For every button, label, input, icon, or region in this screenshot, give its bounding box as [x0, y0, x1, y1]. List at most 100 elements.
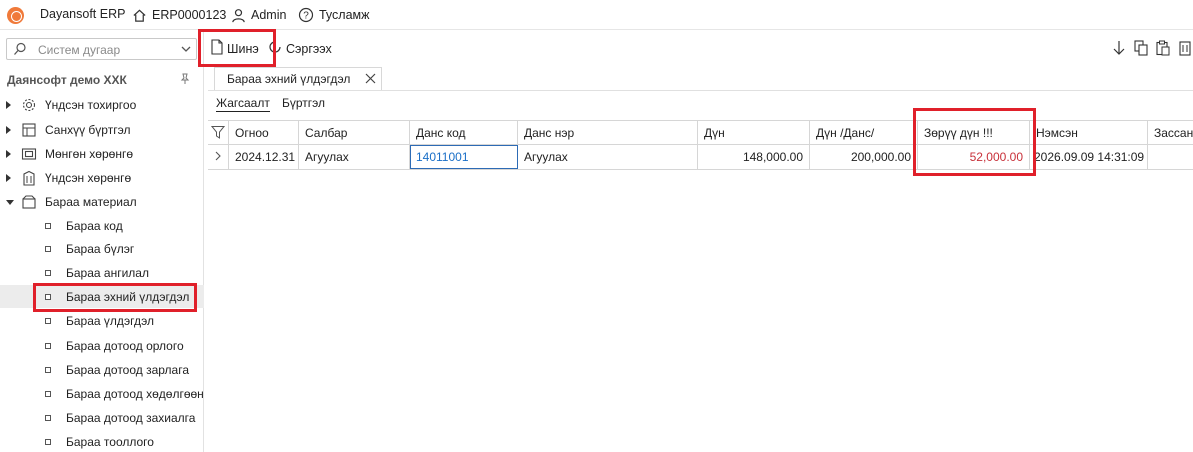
svg-text:?: ? [303, 11, 309, 22]
gear-icon [21, 97, 37, 113]
sidebar-item-label: Бараа бүлэг [66, 242, 135, 256]
sidebar-item-internal-order[interactable]: Бараа дотоод захиалга [0, 406, 204, 429]
expand-arrow-icon[interactable] [6, 174, 11, 182]
app-name: Dayansoft ERP [40, 7, 126, 21]
sidebar-item-label: Бараа тооллого [66, 435, 154, 449]
sidebar-item-stock-balance[interactable]: Бараа үлдэгдэл [0, 309, 204, 332]
sidebar-item-label: Бараа дотоод захиалга [66, 411, 196, 425]
nav-group-cash[interactable]: Мөнгөн хөрөнгө [0, 142, 204, 165]
company-code: ERP0000123 [152, 8, 227, 22]
sidebar-item-opening-balance[interactable]: Бараа эхний үлдэгдэл [0, 285, 204, 308]
data-grid: Огноо Салбар Данс код Данс нэр Дүн Дүн /… [208, 120, 1193, 170]
app-logo-icon [7, 7, 24, 24]
nav-group-label: Мөнгөн хөрөнгө [45, 147, 134, 161]
expand-arrow-icon[interactable] [6, 150, 11, 158]
building-icon [21, 170, 37, 186]
ledger-icon [21, 122, 37, 138]
cell-date[interactable]: 2024.12.31 [229, 145, 299, 169]
cell-modified[interactable] [1148, 145, 1193, 169]
column-header-account-code[interactable]: Данс код [410, 121, 518, 145]
column-header-account-amount[interactable]: Дүн /Данс/ [810, 121, 918, 145]
copy-icon[interactable] [1133, 40, 1149, 56]
column-header-amount[interactable]: Дүн [698, 121, 810, 145]
new-button[interactable]: Шинэ [210, 39, 259, 58]
cell-created[interactable]: 2026.09.09 14:31:09 [1030, 145, 1148, 169]
user-icon [230, 7, 246, 23]
system-number-search[interactable]: Систем дугаар [6, 38, 197, 60]
refresh-button-label: Сэргээх [286, 41, 332, 56]
cell-account-name[interactable]: Агуулах [518, 145, 698, 169]
bullet-square-icon [45, 270, 51, 276]
top-bar: Dayansoft ERP ERP0000123 Admin ? Тусламж [0, 0, 1193, 30]
column-header-account-name[interactable]: Данс нэр [518, 121, 698, 145]
sidebar-item-item-group[interactable]: Бараа бүлэг [0, 237, 204, 260]
collapse-arrow-icon[interactable] [6, 200, 14, 205]
column-header-created[interactable]: Нэмсэн [1030, 121, 1148, 145]
tab-label: Бараа эхний үлдэгдэл [227, 72, 351, 86]
tab-list[interactable]: Жагсаалт [216, 96, 270, 112]
home-icon [131, 7, 147, 23]
column-header-date[interactable]: Огноо [229, 121, 299, 145]
bullet-square-icon [45, 294, 51, 300]
nav-group-label: Санхүү бүртгэл [45, 123, 131, 137]
column-header-modified[interactable]: Зассан [1148, 121, 1193, 145]
column-header-difference[interactable]: Зөрүү дүн !!! [918, 121, 1030, 145]
help-icon: ? [298, 7, 314, 23]
bullet-square-icon [45, 223, 51, 229]
money-icon [21, 146, 37, 162]
nav-group-inventory[interactable]: Бараа материал [0, 190, 204, 213]
cell-account-amount[interactable]: 200,000.00 [810, 145, 918, 169]
cell-amount[interactable]: 148,000.00 [698, 145, 810, 169]
refresh-icon [267, 39, 283, 58]
sidebar-item-item-code[interactable]: Бараа код [0, 214, 204, 237]
paste-icon[interactable] [1155, 40, 1171, 56]
sidebar-item-item-category[interactable]: Бараа ангилал [0, 261, 204, 284]
sidebar-item-label: Бараа эхний үлдэгдэл [66, 290, 190, 304]
new-document-icon [210, 39, 224, 58]
cell-branch[interactable]: Агуулах [299, 145, 410, 169]
nav-group-fixed-assets[interactable]: Үндсэн хөрөнгө [0, 166, 204, 189]
tab-register[interactable]: Бүртгэл [282, 96, 325, 110]
nav-group-label: Үндсэн хөрөнгө [45, 171, 132, 185]
sidebar-item-internal-transfer[interactable]: Бараа дотоод хөдөлгөөн [0, 382, 204, 405]
chevron-down-icon[interactable] [180, 43, 192, 58]
pin-icon[interactable] [179, 73, 191, 88]
nav-group-label: Үндсэн тохиргоо [45, 98, 137, 112]
bullet-square-icon [45, 439, 51, 445]
bullet-square-icon [45, 343, 51, 349]
table-row[interactable]: 2024.12.31 Агуулах 14011001 Агуулах 148,… [208, 145, 1193, 170]
refresh-button[interactable]: Сэргээх [267, 39, 332, 58]
sidebar-item-label: Бараа ангилал [66, 266, 149, 280]
filter-icon[interactable] [208, 121, 229, 145]
close-icon[interactable] [365, 72, 376, 87]
bullet-square-icon [45, 415, 51, 421]
help-menu[interactable]: ? Тусламж [298, 7, 370, 23]
cell-difference[interactable]: 52,000.00 [918, 145, 1030, 169]
cell-account-code[interactable]: 14011001 [410, 145, 518, 169]
expand-arrow-icon[interactable] [6, 126, 11, 134]
sidebar-item-internal-receipt[interactable]: Бараа дотоод орлого [0, 334, 204, 357]
bullet-square-icon [45, 367, 51, 373]
download-icon[interactable] [1111, 40, 1127, 56]
nav-group-basic-settings[interactable]: Үндсэн тохиргоо [0, 93, 204, 116]
company-selector[interactable]: ERP0000123 [131, 7, 226, 23]
expand-arrow-icon[interactable] [6, 101, 11, 109]
bullet-square-icon [45, 318, 51, 324]
sidebar-item-stock-count[interactable]: Бараа тооллого [0, 430, 204, 452]
sidebar-item-label: Бараа үлдэгдэл [66, 314, 155, 328]
row-expand-icon[interactable] [208, 145, 229, 169]
help-label: Тусламж [319, 8, 370, 22]
column-header-branch[interactable]: Салбар [299, 121, 410, 145]
bullet-square-icon [45, 246, 51, 252]
tab-opening-balance[interactable]: Бараа эхний үлдэгдэл [214, 67, 382, 91]
box-icon [21, 194, 37, 210]
sidebar-item-internal-issue[interactable]: Бараа дотоод зарлага [0, 358, 204, 381]
bullet-square-icon [45, 391, 51, 397]
user-menu[interactable]: Admin [230, 7, 286, 23]
delete-icon[interactable] [1177, 40, 1193, 56]
sidebar-item-label: Бараа код [66, 219, 123, 233]
user-name: Admin [251, 8, 287, 22]
tab-divider [208, 90, 1193, 91]
grid-header: Огноо Салбар Данс код Данс нэр Дүн Дүн /… [208, 120, 1193, 145]
nav-group-finance[interactable]: Санхүү бүртгэл [0, 118, 204, 141]
